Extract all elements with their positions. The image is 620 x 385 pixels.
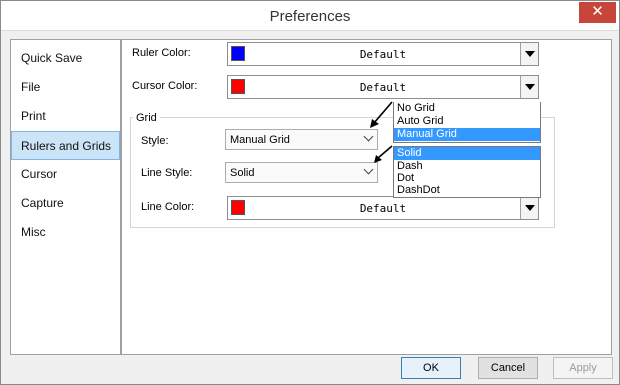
pointer-arrow-icon [370,101,393,128]
line-color-label: Line Color: [141,201,195,213]
line-color-value: Default [359,202,407,215]
line-style-label: Line Style: [141,167,193,179]
cursor-color-combo[interactable]: Default [227,75,539,99]
line-style-value: Solid [230,167,255,179]
ok-button[interactable]: OK [401,357,461,379]
close-icon: ✕ [591,3,604,20]
dropdown-option-dashdot[interactable]: DashDot [394,184,540,197]
triangle-down-icon [525,84,535,90]
grid-style-select[interactable]: Manual Grid [225,129,378,150]
line-style-dropdown-list: Solid Dash Dot DashDot [393,146,541,198]
cancel-button[interactable]: Cancel [478,357,538,379]
grid-style-dropdown-list: No Grid Auto Grid Manual Grid [393,102,541,143]
cursor-color-swatch [231,79,245,94]
ruler-color-value: Default [359,48,407,61]
dropdown-option-solid[interactable]: Solid [394,147,540,160]
window-title: Preferences [269,8,351,25]
ruler-color-dropdown-button[interactable] [520,43,538,65]
sidebar-item-quick-save[interactable]: Quick Save [11,44,120,73]
title-bar: Preferences ✕ [1,1,619,31]
ruler-color-swatch [231,46,245,61]
cursor-color-value: Default [359,81,407,94]
dropdown-option-manual-grid[interactable]: Manual Grid [394,128,540,141]
line-color-swatch [231,200,245,215]
pointer-arrow-icon [374,145,393,163]
triangle-down-icon [525,51,535,57]
ruler-color-combo[interactable]: Default [227,42,539,66]
sidebar-item-capture[interactable]: Capture [11,189,120,218]
grid-style-value: Manual Grid [230,134,290,146]
grid-style-label: Style: [141,135,169,147]
category-list: Quick Save File Print Rulers and Grids C… [10,39,121,355]
apply-button[interactable]: Apply [553,357,613,379]
sidebar-item-print[interactable]: Print [11,102,120,131]
triangle-down-icon [525,205,535,211]
sidebar-item-rulers-and-grids[interactable]: Rulers and Grids [11,131,120,160]
grid-group-title: Grid [133,112,160,124]
chevron-down-icon [363,131,374,142]
line-style-select[interactable]: Solid [225,162,378,183]
sidebar-item-cursor[interactable]: Cursor [11,160,120,189]
preferences-window: Preferences ✕ Quick Save File Print Rule… [0,0,620,385]
ruler-color-label: Ruler Color: [132,47,191,59]
sidebar-item-file[interactable]: File [11,73,120,102]
cursor-color-label: Cursor Color: [132,80,198,92]
line-color-combo[interactable]: Default [227,196,539,220]
chevron-down-icon [363,164,374,175]
cursor-color-dropdown-button[interactable] [520,76,538,98]
close-button[interactable]: ✕ [579,2,616,23]
line-color-dropdown-button[interactable] [520,197,538,219]
sidebar-item-misc[interactable]: Misc [11,218,120,247]
dropdown-option-auto-grid[interactable]: Auto Grid [394,115,540,128]
dropdown-option-no-grid[interactable]: No Grid [394,102,540,115]
